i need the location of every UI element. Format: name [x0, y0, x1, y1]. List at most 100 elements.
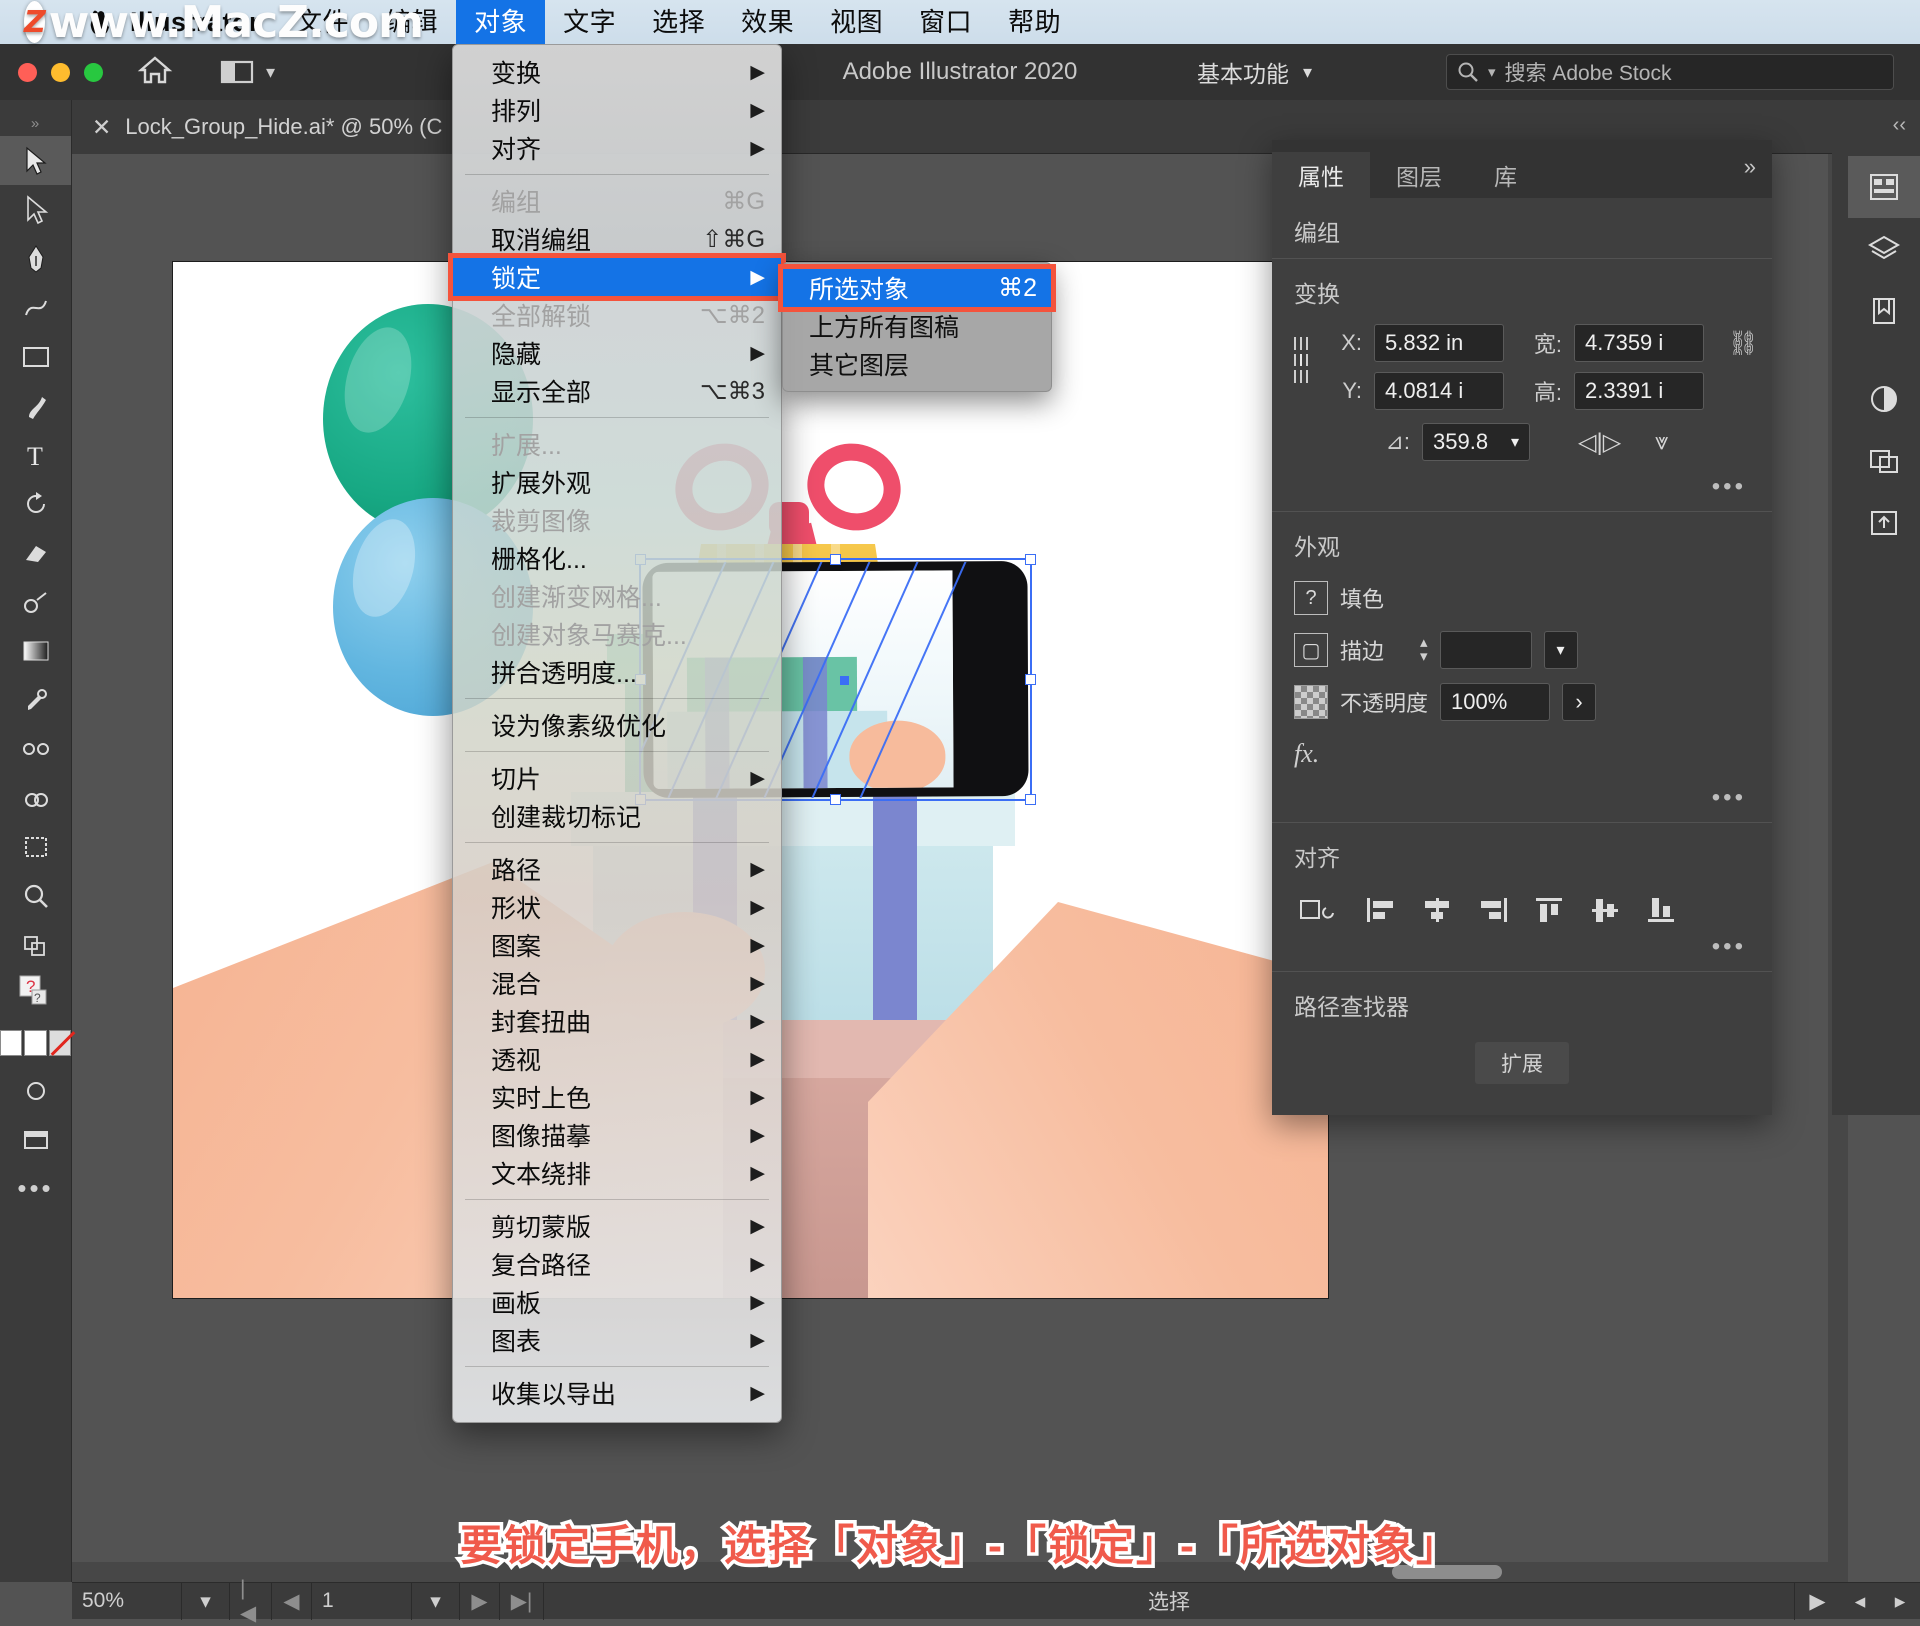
none-swatch[interactable] [49, 1030, 71, 1056]
height-field[interactable]: 2.3391 i [1574, 372, 1704, 410]
menu-select[interactable]: 选择 [634, 0, 723, 44]
menu-item-5-1[interactable]: 形状▶ [453, 888, 781, 926]
tool-scale[interactable] [0, 577, 71, 626]
chevron-down-icon[interactable]: ▾ [1303, 62, 1312, 83]
tool-selection[interactable] [0, 136, 71, 185]
tab-libraries[interactable]: 库 [1468, 152, 1543, 198]
menu-item-5-4[interactable]: 封套扭曲▶ [453, 1002, 781, 1040]
menu-file[interactable]: 文件 [278, 0, 367, 44]
tool-pen[interactable] [0, 234, 71, 283]
tool-screen-mode[interactable] [0, 1066, 71, 1115]
object-menu-dropdown[interactable]: 变换▶排列▶对齐▶编组⌘G取消编组⇧⌘G锁定▶全部解锁⌥⌘2隐藏▶显示全部⌥⌘3… [452, 44, 782, 1423]
menu-item-2-6[interactable]: 拼合透明度... [453, 653, 781, 691]
chevron-down-icon[interactable]: ▾ [1488, 63, 1496, 81]
menu-item-3-0[interactable]: 设为像素级优化 [453, 706, 781, 744]
align-buttons-row[interactable] [1272, 883, 1772, 929]
fill-swatch-icon[interactable]: ? [1294, 581, 1328, 615]
asset-export-rail-icon[interactable] [1848, 492, 1920, 554]
x-field[interactable]: 5.832 in [1374, 324, 1504, 362]
stroke-weight-dropdown-icon[interactable]: ▾ [1544, 631, 1578, 669]
tool-artboard[interactable] [0, 822, 71, 871]
stroke-swatch[interactable] [24, 1030, 46, 1056]
tools-more-icon[interactable]: ••• [0, 1164, 71, 1213]
tools-panel-grip[interactable]: » [0, 110, 71, 136]
menu-item-5-6[interactable]: 实时上色▶ [453, 1078, 781, 1116]
opacity-field[interactable]: 100% [1440, 683, 1550, 721]
status-expand-icon[interactable]: ▶ [1794, 1583, 1840, 1620]
menu-effect[interactable]: 效果 [723, 0, 812, 44]
mac-menu-bar[interactable]: Illustrator 文件 编辑 对象 文字 选择 效果 视图 窗口 帮助 [0, 0, 1920, 44]
previous-artboard-icon[interactable]: ◀ [272, 1583, 312, 1620]
tool-type[interactable]: T [0, 430, 71, 479]
next-artboard-icon[interactable]: ▶ [460, 1583, 500, 1620]
stroke-row[interactable]: ▢ 描边 ▴ ▾ ▾ [1272, 624, 1772, 676]
collapse-panels-icon[interactable]: ‹‹ [1893, 114, 1906, 137]
menu-view[interactable]: 视图 [812, 0, 901, 44]
panel-overflow-icon[interactable]: » [1744, 154, 1756, 180]
apple-logo-icon[interactable] [86, 7, 112, 37]
align-to-selection-icon[interactable] [1298, 895, 1342, 925]
submenu-item-1[interactable]: 上方所有图稿 [783, 307, 1051, 345]
menu-item-1-4[interactable]: 隐藏▶ [453, 334, 781, 372]
tool-shape-builder[interactable] [0, 773, 71, 822]
status-scroll-right-icon[interactable]: ▸ [1880, 1583, 1920, 1620]
menu-edit[interactable]: 编辑 [367, 0, 456, 44]
align-more-options-icon[interactable]: ••• [1272, 929, 1772, 971]
artboard-number-field[interactable]: 1 [312, 1583, 412, 1620]
tool-eraser[interactable] [0, 528, 71, 577]
menu-app-name[interactable]: Illustrator [112, 0, 278, 44]
reference-point-selector[interactable] [1294, 337, 1308, 383]
menu-item-5-2[interactable]: 图案▶ [453, 926, 781, 964]
submenu-item-0[interactable]: 所选对象⌘2 [783, 269, 1051, 307]
panel-icon-rail[interactable] [1848, 140, 1920, 1115]
menu-item-0-2[interactable]: 对齐▶ [453, 129, 781, 167]
fill-swatch[interactable] [0, 1030, 22, 1056]
menu-item-1-2[interactable]: 锁定▶ [453, 258, 781, 296]
tool-eyedropper[interactable] [0, 675, 71, 724]
properties-rail-icon[interactable] [1848, 156, 1920, 218]
tools-panel[interactable]: » T ?? [0, 100, 72, 1582]
tab-properties[interactable]: 属性 [1272, 152, 1370, 198]
menu-item-5-0[interactable]: 路径▶ [453, 850, 781, 888]
effects-row[interactable]: fx. [1272, 728, 1772, 780]
stroke-weight-field[interactable] [1440, 631, 1532, 669]
artboard-dropdown-icon[interactable]: ▾ [412, 1583, 460, 1620]
artboards-rail-icon[interactable] [1848, 430, 1920, 492]
lock-submenu[interactable]: 所选对象⌘2上方所有图稿其它图层 [782, 262, 1052, 392]
rail-grip[interactable] [1832, 140, 1848, 1115]
menu-item-1-5[interactable]: 显示全部⌥⌘3 [453, 372, 781, 410]
tool-edit-toolbar[interactable] [0, 920, 71, 969]
stroke-swatch-icon[interactable]: ▢ [1294, 633, 1328, 667]
align-top-icon[interactable] [1532, 895, 1566, 925]
y-field[interactable]: 4.0814 i [1374, 372, 1504, 410]
menu-item-5-8[interactable]: 文本绕排▶ [453, 1154, 781, 1192]
tool-rectangle[interactable] [0, 332, 71, 381]
angle-field[interactable]: 359.8 ▾ [1422, 423, 1530, 461]
libraries-rail-icon[interactable] [1848, 280, 1920, 342]
link-dimensions-icon[interactable]: ⛓ [1728, 329, 1758, 358]
menu-item-5-3[interactable]: 混合▶ [453, 964, 781, 1002]
tool-paintbrush[interactable] [0, 381, 71, 430]
menu-item-4-0[interactable]: 切片▶ [453, 759, 781, 797]
zoom-level-value[interactable]: 50% [72, 1583, 182, 1620]
color-rail-icon[interactable] [1848, 368, 1920, 430]
menu-type[interactable]: 文字 [545, 0, 634, 44]
tool-direct-selection[interactable] [0, 185, 71, 234]
panel-tab-strip[interactable]: 属性 图层 库 » [1272, 140, 1772, 198]
opacity-row[interactable]: 不透明度 100% › [1272, 676, 1772, 728]
flip-horizontal-icon[interactable]: ◁|▷ [1578, 428, 1621, 457]
menu-object[interactable]: 对象 [456, 0, 545, 44]
pathfinder-expand-button[interactable]: 扩展 [1475, 1042, 1569, 1084]
menu-item-5-7[interactable]: 图像描摹▶ [453, 1116, 781, 1154]
menu-item-6-1[interactable]: 复合路径▶ [453, 1245, 781, 1283]
menu-item-6-0[interactable]: 剪切蒙版▶ [453, 1207, 781, 1245]
stroke-stepper-down-icon[interactable]: ▾ [1420, 650, 1428, 664]
align-left-icon[interactable] [1364, 895, 1398, 925]
transform-more-options-icon[interactable]: ••• [1272, 469, 1772, 511]
status-scroll-left-icon[interactable]: ◂ [1840, 1583, 1880, 1620]
tool-curvature[interactable] [0, 283, 71, 332]
appearance-more-options-icon[interactable]: ••• [1272, 780, 1772, 822]
align-right-icon[interactable] [1476, 895, 1510, 925]
menu-item-6-2[interactable]: 画板▶ [453, 1283, 781, 1321]
fill-row[interactable]: ? 填色 [1272, 572, 1772, 624]
